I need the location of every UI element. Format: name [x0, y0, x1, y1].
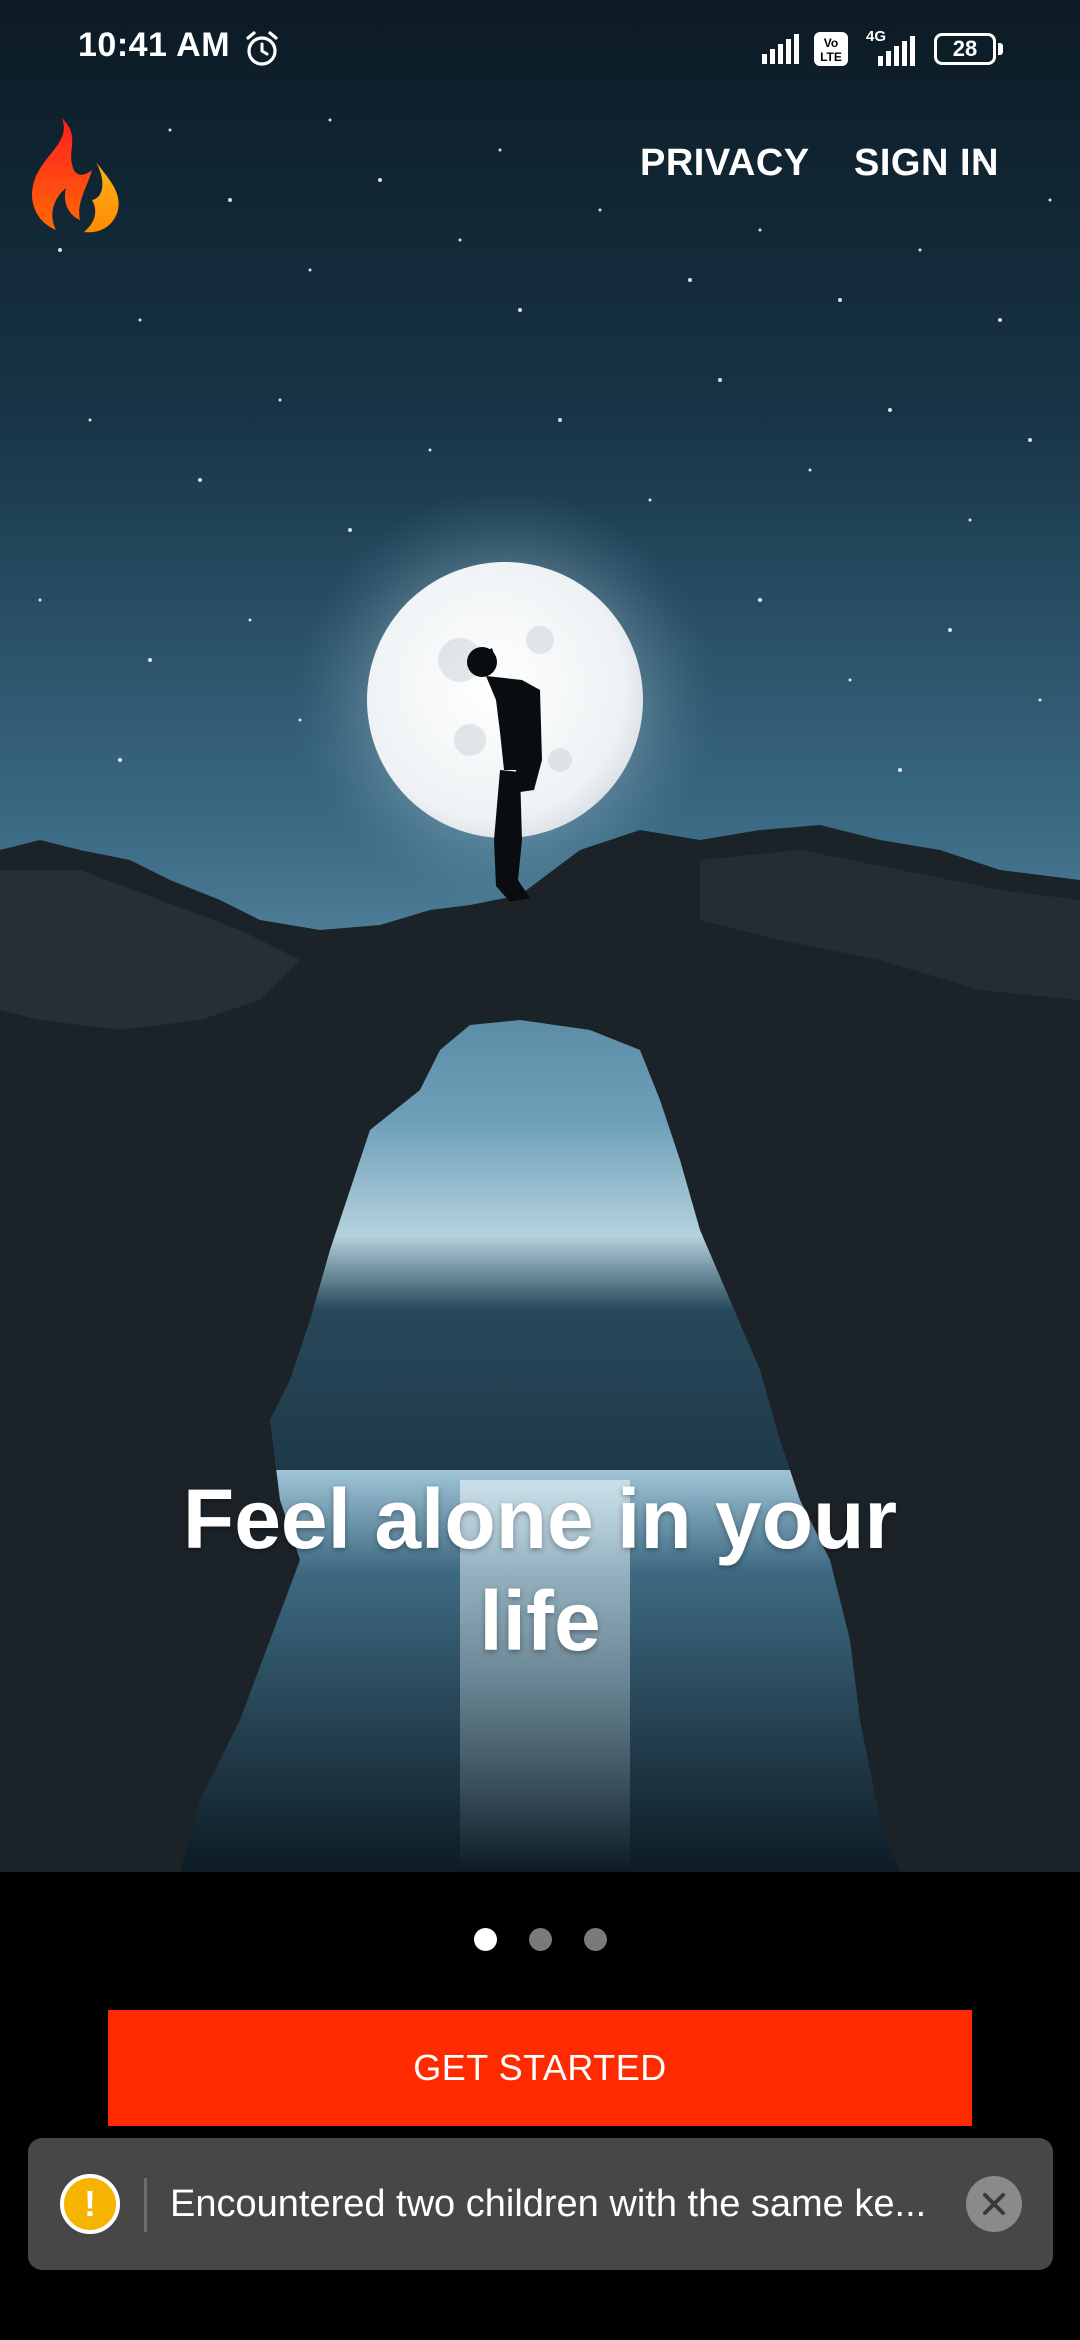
pager-dot-1[interactable] [473, 1928, 497, 1951]
signal-icon [762, 34, 799, 64]
get-started-button[interactable]: GET STARTED [108, 2010, 972, 2126]
privacy-link[interactable]: PRIVACY [640, 142, 810, 185]
pager-dot-2[interactable] [528, 1928, 552, 1951]
battery-icon: 28 [934, 33, 1004, 65]
sign-in-link[interactable]: SIGN IN [854, 142, 999, 185]
4g-signal-icon: 4G [860, 28, 920, 66]
pager-dot-3[interactable] [583, 1928, 607, 1951]
toast-divider [144, 2178, 147, 2232]
alarm-icon [246, 31, 278, 66]
flame-logo [32, 118, 119, 233]
status-time: 10:41 AM [78, 26, 231, 64]
slide-caption: Feel alone in your life [182, 1472, 898, 1668]
status-bar: 10:41 AM Vo LTE 4G 28 [0, 0, 1080, 100]
welcome-screen: 10:41 AM Vo LTE 4G 28 PRIVACY SIGN IN Fe… [0, 0, 1080, 2340]
toast-message: Encountered two children with the same k… [170, 2183, 927, 2225]
battery-level: 28 [952, 36, 978, 61]
warning-icon: ! [60, 2174, 120, 2234]
volte-icon: Vo LTE [814, 32, 848, 66]
close-button[interactable] [966, 2176, 1022, 2232]
volte-label: Vo LTE [820, 36, 842, 64]
carousel-pager [0, 1928, 1080, 1952]
close-icon [983, 2193, 1005, 2215]
warning-toast[interactable]: ! Encountered two children with the same… [28, 2138, 1053, 2270]
